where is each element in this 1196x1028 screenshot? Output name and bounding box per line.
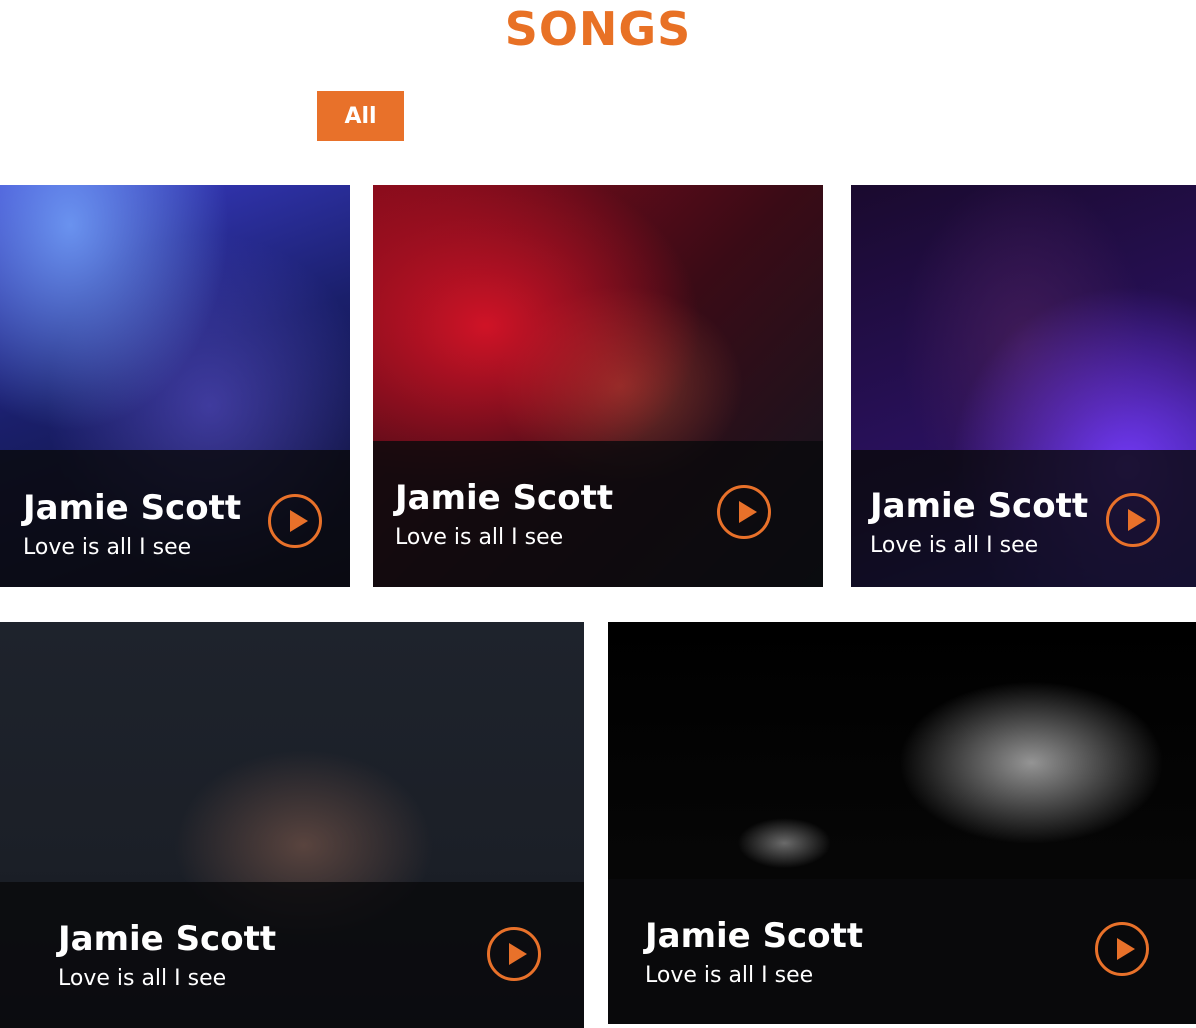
filter-all-button[interactable]: All	[317, 91, 404, 141]
play-icon[interactable]	[1095, 922, 1149, 976]
artist-name: Jamie Scott	[645, 916, 864, 956]
song-card[interactable]: Jamie Scott Love is all I see	[608, 622, 1196, 1024]
song-title: Love is all I see	[870, 533, 1039, 558]
song-title: Love is all I see	[645, 963, 814, 988]
song-card[interactable]: Jamie Scott Love is all I see	[851, 185, 1196, 587]
play-icon[interactable]	[717, 485, 771, 539]
play-icon[interactable]	[1106, 493, 1160, 547]
artist-name: Jamie Scott	[395, 478, 614, 518]
artist-name: Jamie Scott	[870, 486, 1089, 526]
song-card[interactable]: Jamie Scott Love is all I see	[0, 185, 350, 587]
play-icon[interactable]	[487, 927, 541, 981]
song-title: Love is all I see	[58, 966, 227, 991]
song-title: Love is all I see	[23, 535, 192, 560]
song-title: Love is all I see	[395, 525, 564, 550]
song-card[interactable]: Jamie Scott Love is all I see	[373, 185, 823, 587]
play-icon[interactable]	[268, 494, 322, 548]
section-title: SONGS	[504, 2, 692, 56]
artist-name: Jamie Scott	[58, 919, 277, 959]
artist-name: Jamie Scott	[23, 488, 242, 528]
song-card[interactable]: Jamie Scott Love is all I see	[0, 622, 584, 1028]
